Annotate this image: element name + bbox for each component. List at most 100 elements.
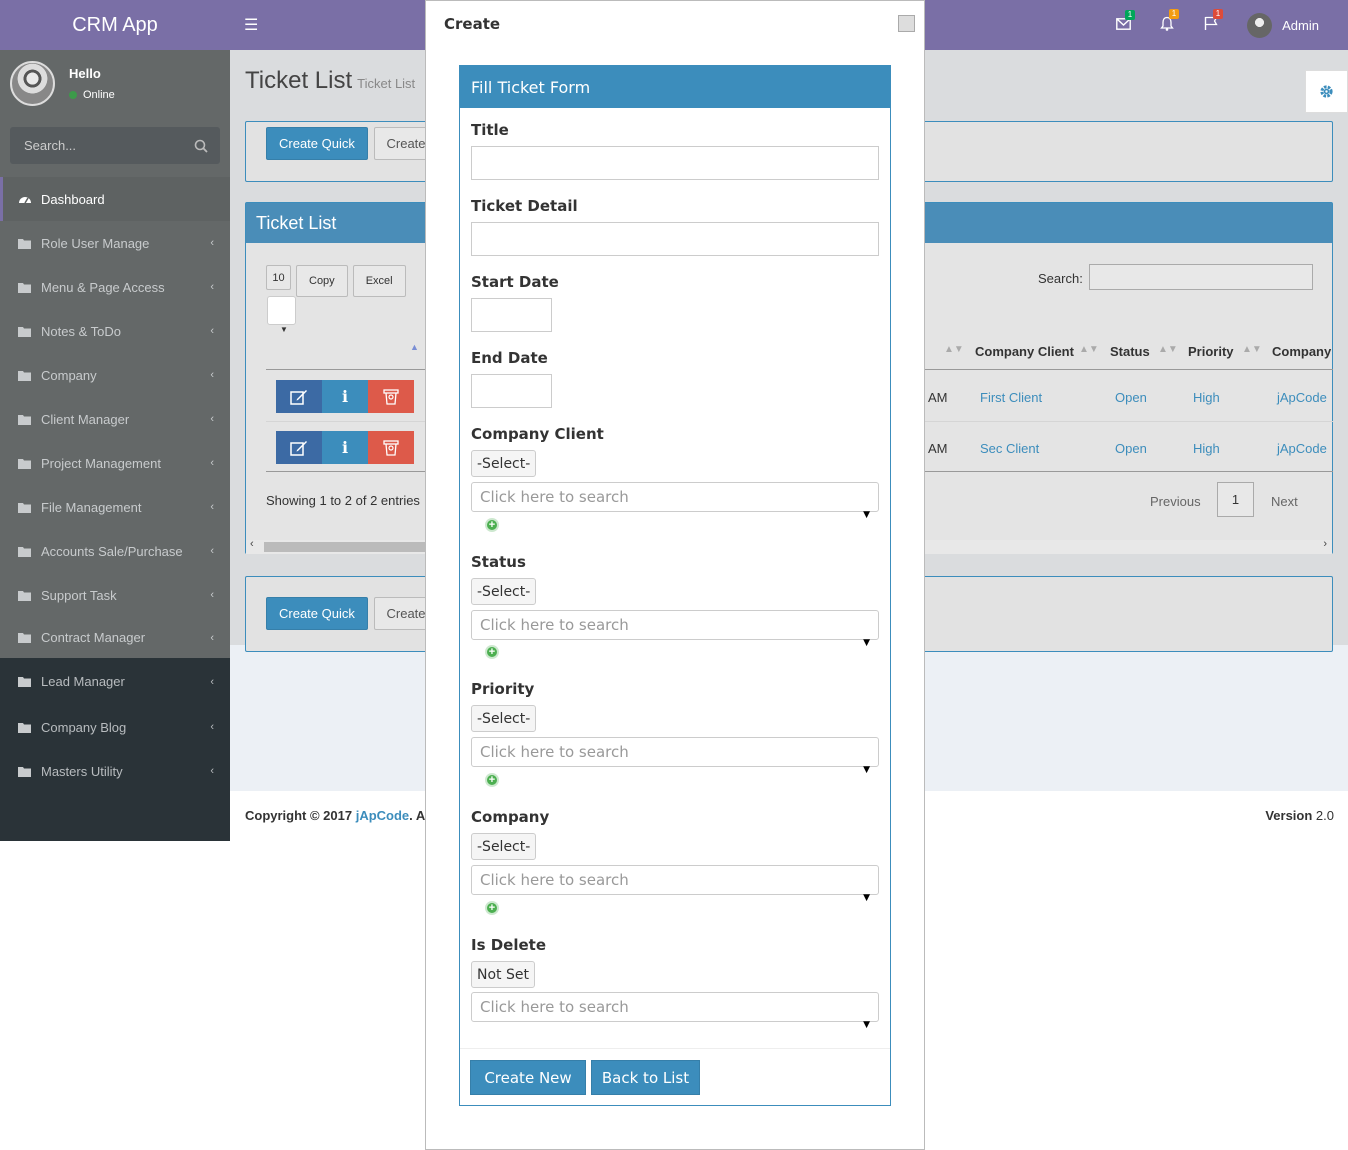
delete-button[interactable] (368, 431, 414, 464)
pager-next[interactable]: Next (1271, 494, 1298, 509)
edit-button[interactable] (276, 380, 322, 413)
sidebar-item-masters-utility[interactable]: Masters Utility ‹ (0, 749, 230, 793)
modal-close-button[interactable] (898, 15, 915, 32)
user-menu[interactable]: Admin (1233, 12, 1348, 38)
create-quick-button[interactable]: Create Quick (266, 127, 368, 160)
cell-client[interactable]: First Client (980, 390, 1042, 405)
messages-badge: 1 (1124, 9, 1136, 20)
ticket-detail-input[interactable] (471, 222, 879, 256)
sidebar-item-support-task[interactable]: Support Task ‹ (0, 573, 230, 617)
back-to-list-button[interactable]: Back to List (591, 1060, 700, 1095)
sidebar-item-notes-todo[interactable]: Notes & ToDo ‹ (0, 309, 230, 353)
brand-logo[interactable]: CRM App (0, 0, 230, 50)
settings-button[interactable] (1305, 70, 1348, 113)
folder-icon (18, 458, 32, 469)
sidebar-item-label: Masters Utility (41, 763, 123, 779)
sidebar-search-input[interactable]: Search... (10, 127, 220, 164)
cell-status[interactable]: Open (1115, 390, 1147, 405)
company-client-select[interactable]: -Select- (471, 450, 537, 477)
is-delete-search[interactable]: Click here to search ▼ (471, 992, 879, 1030)
page-length-select[interactable]: 10 (266, 265, 291, 290)
footer-brand-link[interactable]: jApCode (356, 808, 409, 823)
company-label: Company (471, 808, 550, 826)
pager-page-1[interactable]: 1 (1217, 482, 1254, 517)
copy-button[interactable]: Copy (296, 265, 348, 297)
sort-icon[interactable]: ▲▼ (1079, 344, 1099, 355)
sidebar-item-contract-manager[interactable]: Contract Manager ‹ (0, 617, 230, 658)
edit-icon (290, 440, 307, 456)
create-quick-button[interactable]: Create Quick (266, 597, 368, 630)
sidebar-item-file-management[interactable]: File Management ‹ (0, 485, 230, 529)
add-priority-button[interactable]: + (485, 773, 499, 787)
col-company[interactable]: Company (1272, 344, 1331, 359)
sort-icon[interactable]: ▲▼ (1242, 344, 1262, 355)
status-search[interactable]: Click here to search ▼ (471, 610, 879, 648)
page-title-text: Ticket List (245, 67, 353, 94)
caret-down-icon: ▼ (863, 1020, 870, 1030)
col-company-client[interactable]: Company Client (975, 344, 1074, 359)
pager-previous[interactable]: Previous (1150, 494, 1201, 509)
sidebar-item-menu-page-access[interactable]: Menu & Page Access ‹ (0, 265, 230, 309)
chevron-left-icon: ‹ (210, 721, 214, 733)
add-status-button[interactable]: + (485, 645, 499, 659)
folder-icon (18, 676, 32, 687)
edit-button[interactable] (276, 431, 322, 464)
cell-priority[interactable]: High (1193, 390, 1220, 405)
user-avatar (10, 61, 55, 106)
scrollbar-thumb[interactable] (264, 542, 426, 552)
sidebar-item-lead-manager[interactable]: Lead Manager ‹ (0, 658, 230, 705)
details-button[interactable]: i (322, 380, 368, 413)
sidebar-item-company-blog[interactable]: Company Blog ‹ (0, 705, 230, 749)
sort-icon[interactable]: ▲▼ (944, 344, 964, 355)
sidebar-item-project-management[interactable]: Project Management ‹ (0, 441, 230, 485)
messages-button[interactable]: 1 (1101, 9, 1145, 34)
cell-company[interactable]: jApCode (1277, 441, 1327, 456)
sort-icon[interactable]: ▲▼ (1158, 344, 1178, 355)
sidebar-item-role-user-manage[interactable]: Role User Manage ‹ (0, 221, 230, 265)
add-company-button[interactable]: + (485, 901, 499, 915)
column-visibility-toggle[interactable] (267, 296, 296, 325)
sidebar-item-dashboard[interactable]: Dashboard (0, 177, 230, 221)
priority-select[interactable]: -Select- (471, 705, 537, 732)
tasks-badge: 1 (1212, 9, 1224, 19)
cell-client[interactable]: Sec Client (980, 441, 1039, 456)
col-priority[interactable]: Priority (1188, 344, 1234, 359)
version-number: 2.0 (1315, 808, 1334, 823)
scroll-left-icon[interactable]: ‹ (250, 538, 254, 550)
scroll-right-icon[interactable]: › (1323, 538, 1327, 550)
title-input[interactable] (471, 146, 879, 180)
company-select[interactable]: -Select- (471, 833, 537, 860)
cell-status[interactable]: Open (1115, 441, 1147, 456)
col-status[interactable]: Status (1110, 344, 1150, 359)
sidebar-item-label: Role User Manage (41, 235, 150, 251)
company-search[interactable]: Click here to search ▼ (471, 865, 879, 903)
hamburger-menu-icon[interactable]: ☰ (244, 15, 258, 35)
cell-priority[interactable]: High (1193, 441, 1220, 456)
sort-asc-icon[interactable]: ▲ (410, 342, 419, 352)
search-icon[interactable] (194, 139, 208, 153)
details-button[interactable]: i (322, 431, 368, 464)
is-delete-select[interactable]: Not Set (471, 961, 535, 988)
chevron-left-icon: ‹ (210, 369, 214, 381)
status-select[interactable]: -Select- (471, 578, 537, 605)
add-company-client-button[interactable]: + (485, 518, 499, 532)
sidebar-item-client-manager[interactable]: Client Manager ‹ (0, 397, 230, 441)
cell-company[interactable]: jApCode (1277, 390, 1327, 405)
start-date-input[interactable] (471, 298, 552, 332)
company-client-search[interactable]: Click here to search ▼ (471, 482, 879, 520)
excel-button[interactable]: Excel (352, 265, 406, 297)
priority-search[interactable]: Click here to search ▼ (471, 737, 879, 775)
folder-icon (18, 546, 32, 557)
notifications-button[interactable]: 1 (1145, 8, 1189, 35)
company-search-placeholder: Click here to search (480, 871, 629, 889)
tasks-button[interactable]: 1 (1189, 9, 1233, 34)
sidebar-item-company[interactable]: Company ‹ (0, 353, 230, 397)
folder-icon (18, 590, 32, 601)
delete-button[interactable] (368, 380, 414, 413)
sidebar-item-accounts-sale-purchase[interactable]: Accounts Sale/Purchase ‹ (0, 529, 230, 573)
end-date-input[interactable] (471, 374, 552, 408)
chevron-left-icon: ‹ (210, 501, 214, 513)
create-new-button[interactable]: Create New (470, 1060, 586, 1095)
cell-time: AM (928, 390, 948, 405)
table-search-input[interactable] (1089, 264, 1313, 290)
